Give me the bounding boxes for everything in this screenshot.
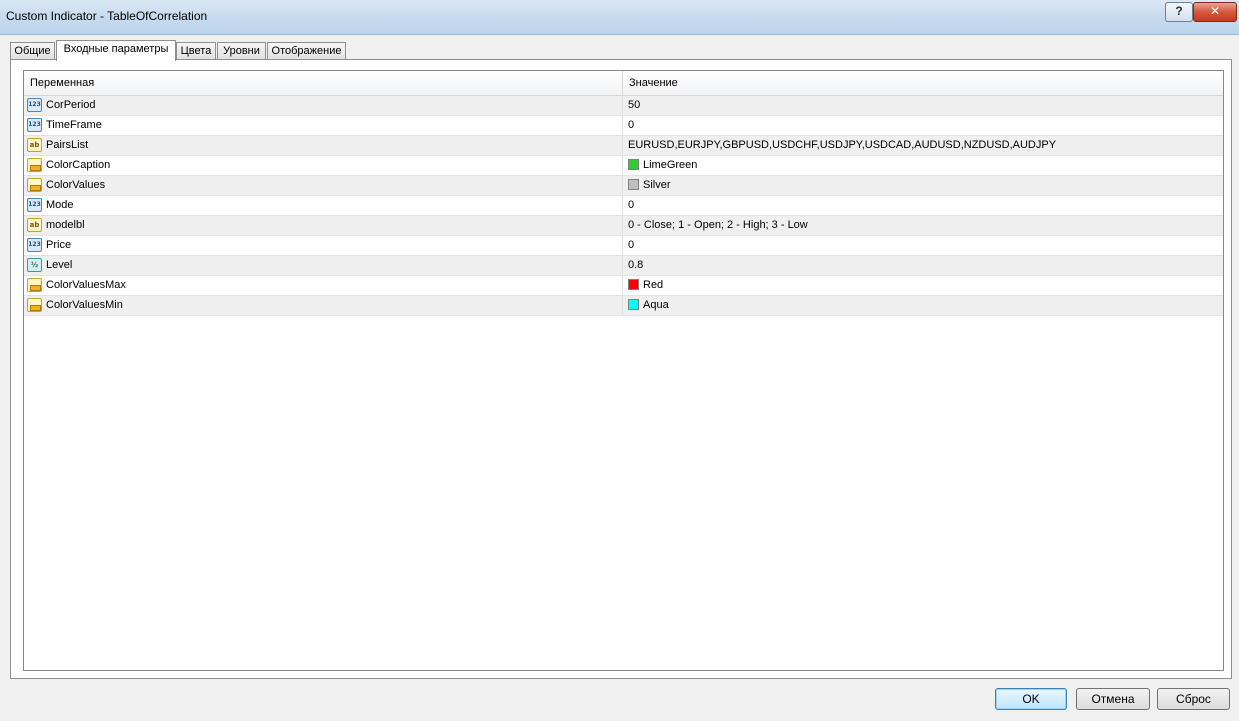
color-swatch [628, 179, 639, 190]
int-icon: 123 [27, 238, 42, 252]
double-icon: ½ [27, 258, 42, 272]
tab-general[interactable]: Общие [10, 42, 55, 59]
title-bar: Custom Indicator - TableOfCorrelation ? … [0, 0, 1239, 35]
param-value[interactable]: 0 [628, 236, 634, 255]
param-name: ColorCaption [46, 159, 111, 171]
color-swatch [628, 299, 639, 310]
color-name: Aqua [643, 299, 669, 311]
color-swatch [628, 159, 639, 170]
tab-levels[interactable]: Уровни [217, 42, 266, 59]
color-icon [27, 158, 42, 172]
color-name: LimeGreen [643, 159, 698, 171]
header-value[interactable]: Значение [623, 71, 1223, 95]
param-name: Mode [46, 199, 74, 211]
table-row[interactable]: 123 CorPeriod 50 [24, 96, 1223, 116]
table-row[interactable]: ½ Level 0.8 [24, 256, 1223, 276]
param-name: Price [46, 239, 72, 251]
table-row[interactable]: ab modelbl 0 - Close; 1 - Open; 2 - High… [24, 216, 1223, 236]
param-name: ColorValuesMax [46, 279, 126, 291]
table-row[interactable]: ColorValuesMin Aqua [24, 296, 1223, 316]
param-name: Level [46, 259, 73, 271]
color-name: Silver [643, 179, 671, 191]
param-value[interactable]: Silver [628, 176, 671, 195]
table-row[interactable]: 123 TimeFrame 0 [24, 116, 1223, 136]
help-button[interactable]: ? [1165, 2, 1193, 22]
param-name: ColorValuesMin [46, 299, 123, 311]
param-value[interactable]: 0 [628, 196, 634, 215]
param-value[interactable]: Aqua [628, 296, 669, 315]
tab-colors[interactable]: Цвета [176, 42, 216, 59]
param-value[interactable]: 0 [628, 116, 634, 135]
int-icon: 123 [27, 198, 42, 212]
int-icon: 123 [27, 98, 42, 112]
tab-display[interactable]: Отображение [267, 42, 346, 59]
window-title: Custom Indicator - TableOfCorrelation [6, 9, 208, 23]
param-value[interactable]: 50 [628, 96, 640, 115]
color-icon [27, 278, 42, 292]
table-row[interactable]: 123 Mode 0 [24, 196, 1223, 216]
param-name: modelbl [46, 219, 85, 231]
table-row[interactable]: 123 Price 0 [24, 236, 1223, 256]
reset-button[interactable]: Сброс [1157, 688, 1230, 710]
close-button[interactable]: ✕ [1193, 2, 1237, 22]
tab-input-parameters[interactable]: Входные параметры [56, 40, 176, 61]
close-icon: ✕ [1209, 4, 1221, 18]
param-name: PairsList [46, 139, 89, 151]
table-row[interactable]: ColorCaption LimeGreen [24, 156, 1223, 176]
tab-panel: Переменная Значение 123 CorPeriod 50 123… [10, 59, 1232, 679]
string-icon: ab [27, 218, 42, 232]
table-row[interactable]: ColorValuesMax Red [24, 276, 1223, 296]
ok-button[interactable]: OK [995, 688, 1067, 710]
param-name: CorPeriod [46, 99, 96, 111]
table-row[interactable]: ColorValues Silver [24, 176, 1223, 196]
color-icon [27, 178, 42, 192]
param-value[interactable]: 0.8 [628, 256, 643, 275]
color-icon [27, 298, 42, 312]
int-icon: 123 [27, 118, 42, 132]
parameters-grid: Переменная Значение 123 CorPeriod 50 123… [23, 70, 1224, 671]
color-name: Red [643, 279, 664, 291]
param-value[interactable]: 0 - Close; 1 - Open; 2 - High; 3 - Low [628, 216, 808, 235]
grid-header: Переменная Значение [24, 71, 1223, 96]
string-icon: ab [27, 138, 42, 152]
color-swatch [628, 279, 639, 290]
param-value[interactable]: Red [628, 276, 663, 295]
param-name: ColorValues [46, 179, 106, 191]
cancel-button[interactable]: Отмена [1076, 688, 1150, 710]
param-value[interactable]: LimeGreen [628, 156, 697, 175]
param-value[interactable]: EURUSD,EURJPY,GBPUSD,USDCHF,USDJPY,USDCA… [628, 136, 1056, 155]
header-variable[interactable]: Переменная [24, 71, 622, 95]
table-row[interactable]: ab PairsList EURUSD,EURJPY,GBPUSD,USDCHF… [24, 136, 1223, 156]
param-name: TimeFrame [46, 119, 102, 131]
